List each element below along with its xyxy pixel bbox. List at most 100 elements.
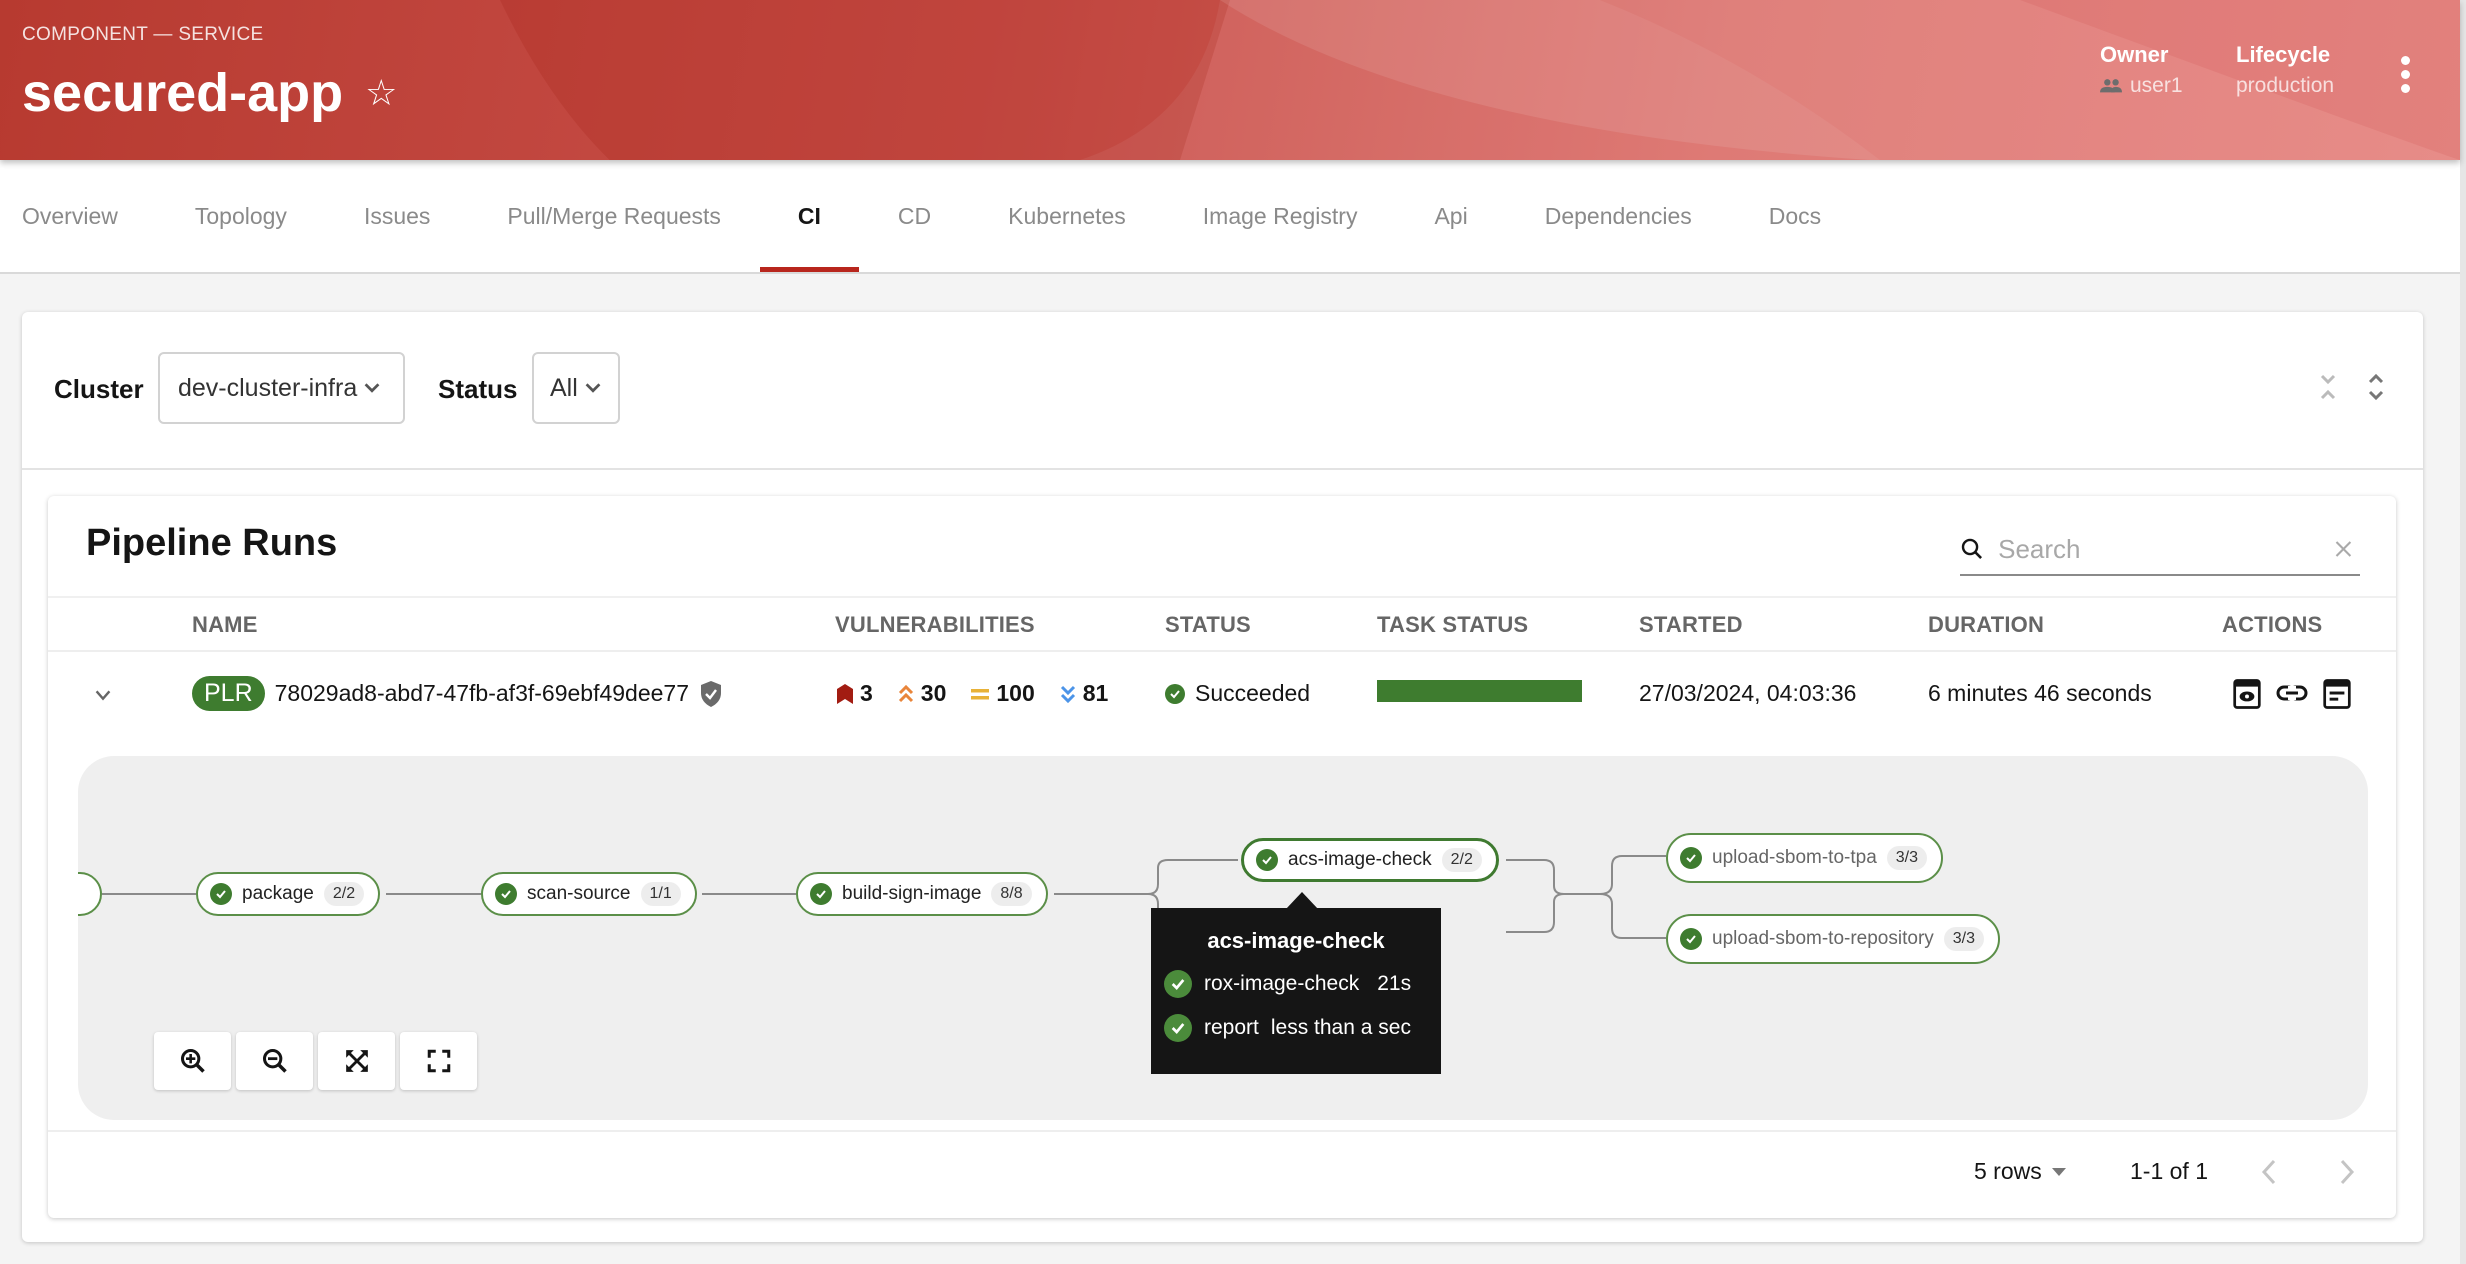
actions-cell (2232, 678, 2352, 710)
pipeline-run-link[interactable]: 78029ad8-abd7-47fb-af3f-69ebf49dee77 (275, 680, 689, 707)
high-count: 30 (920, 680, 947, 706)
fit-to-screen-icon (345, 1050, 368, 1072)
entity-name: secured-app (22, 63, 344, 123)
table-pagination: 5 rows 1-1 of 1 (48, 1130, 2396, 1216)
pipeline-node-acs-image-check[interactable]: acs-image-check 2/2 (1241, 838, 1499, 882)
tab-pull-merge-requests[interactable]: Pull/Merge Requests (507, 160, 721, 272)
success-icon (810, 883, 832, 905)
collapse-all-icon[interactable] (2318, 372, 2338, 404)
tab-api[interactable]: Api (1434, 160, 1467, 272)
rows-per-page-select[interactable]: 5 rows (1974, 1158, 2066, 1185)
lifecycle-label: Lifecycle (2236, 42, 2331, 67)
pagination-range: 1-1 of 1 (2130, 1158, 2208, 1184)
tab-issues[interactable]: Issues (364, 160, 430, 272)
cluster-select-value: dev-cluster-infra (178, 373, 358, 402)
lifecycle-value: production (2236, 74, 2335, 97)
cluster-select[interactable]: dev-cluster-infra (158, 352, 405, 424)
zoom-out-button[interactable] (236, 1032, 313, 1090)
column-header-started[interactable]: STARTED (1639, 612, 1743, 638)
expand-all-icon[interactable] (2366, 372, 2386, 404)
edge (1147, 859, 1238, 895)
started-cell: 27/03/2024, 04:03:36 (1639, 680, 1857, 706)
lifecycle-info: Lifecycle production (2236, 42, 2334, 98)
link-icon[interactable] (2276, 683, 2308, 705)
success-icon (210, 883, 232, 905)
caret-down-icon (2051, 1167, 2066, 1176)
zoom-in-icon (180, 1048, 205, 1073)
status-cell: Succeeded (1165, 680, 1310, 707)
task-tooltip: acs-image-check rox-image-check 21s repo… (1151, 892, 1441, 1074)
plr-badge: PLR (192, 676, 265, 711)
view-output-icon[interactable] (2322, 678, 2352, 710)
tab-dependencies[interactable]: Dependencies (1545, 160, 1692, 272)
tab-cd[interactable]: CD (898, 160, 931, 272)
reset-view-button[interactable] (400, 1032, 477, 1090)
entity-header: COMPONENT — SERVICE secured-app ☆ Owner … (0, 0, 2460, 160)
pipeline-node-upload-sbom-to-tpa[interactable]: upload-sbom-to-tpa 3/3 (1666, 833, 1944, 883)
column-header-actions: ACTIONS (2222, 612, 2323, 637)
task-status-bar[interactable] (1377, 680, 1582, 702)
table-header: NAME VULNERABILITIES STATUS TASK STATUS … (48, 596, 2396, 652)
status-label: Status (438, 374, 518, 404)
low-count: 81 (1082, 680, 1109, 706)
tab-overview[interactable]: Overview (22, 160, 118, 272)
column-header-vulnerabilities[interactable]: VULNERABILITIES (835, 612, 1035, 638)
shield-check-icon (701, 680, 721, 707)
edge (1506, 893, 1600, 933)
task-status-cell (1377, 680, 1582, 702)
edge (1506, 859, 1600, 895)
pipeline-run-name-cell: PLR 78029ad8-abd7-47fb-af3f-69ebf49dee77 (192, 676, 723, 711)
search-icon (1961, 538, 1983, 559)
success-icon (1256, 849, 1278, 871)
status-select-value: All (550, 373, 578, 402)
chevron-down-icon (585, 383, 601, 393)
tab-topology[interactable]: Topology (195, 160, 287, 272)
success-icon (1164, 970, 1192, 998)
pipeline-node-scan-source[interactable]: scan-source 1/1 (481, 872, 697, 916)
search-field (1960, 524, 2360, 576)
entity-kind: COMPONENT — SERVICE (22, 24, 264, 45)
tab-ci[interactable]: CI (759, 160, 859, 272)
column-header-task-status[interactable]: TASK STATUS (1377, 612, 1528, 638)
high-severity-icon (898, 684, 913, 702)
zoom-out-icon (262, 1048, 287, 1073)
previous-page-icon[interactable] (2260, 1158, 2278, 1186)
critical-severity-icon (837, 683, 853, 704)
owner-info: Owner user1 (2100, 42, 2183, 98)
tooltip-title: acs-image-check (1207, 928, 1385, 953)
star-outline-icon[interactable]: ☆ (365, 72, 397, 114)
edge (1599, 855, 1666, 895)
view-logs-icon[interactable] (2232, 678, 2262, 710)
pipeline-node-build-sign-image[interactable]: build-sign-image 8/8 (796, 872, 1048, 916)
tab-docs[interactable]: Docs (1769, 160, 1821, 272)
graph-controls (154, 1032, 477, 1090)
kebab-menu-icon[interactable] (2398, 56, 2412, 93)
pipeline-runs-card: Pipeline Runs NAME VULNERABILITIES STATU… (48, 496, 2396, 1218)
pipeline-node-package[interactable]: package 2/2 (196, 872, 381, 916)
column-header-status[interactable]: STATUS (1165, 612, 1251, 638)
tooltip-step: rox-image-check 21s (1164, 970, 1441, 998)
ci-card: Cluster dev-cluster-infra Status All Pip… (22, 312, 2423, 1242)
chevron-down-icon (364, 383, 380, 393)
search-input[interactable] (1998, 533, 2334, 565)
column-header-name[interactable]: NAME (192, 612, 258, 638)
column-header-duration[interactable]: DURATION (1928, 612, 2044, 638)
status-select[interactable]: All (532, 352, 620, 424)
chevron-down-icon[interactable] (92, 684, 114, 706)
owner-link[interactable]: user1 (2130, 74, 2183, 98)
success-icon (1680, 847, 1702, 869)
next-page-icon[interactable] (2338, 1158, 2356, 1186)
pipeline-node-upload-sbom-to-repository[interactable]: upload-sbom-to-repository 3/3 (1666, 914, 2001, 964)
tab-kubernetes[interactable]: Kubernetes (1008, 160, 1126, 272)
medium-severity-icon (971, 688, 990, 699)
cluster-label: Cluster (54, 374, 144, 404)
owner-label: Owner (2100, 42, 2169, 67)
status-text: Succeeded (1195, 680, 1311, 706)
success-icon (495, 883, 517, 905)
clear-search-icon[interactable] (2333, 536, 2354, 562)
fit-to-screen-button[interactable] (318, 1032, 395, 1090)
tab-image-registry[interactable]: Image Registry (1203, 160, 1358, 272)
vertical-scrollbar[interactable] (2460, 0, 2466, 1264)
zoom-in-button[interactable] (154, 1032, 231, 1090)
filter-bar: Cluster dev-cluster-infra Status All (22, 312, 2423, 470)
